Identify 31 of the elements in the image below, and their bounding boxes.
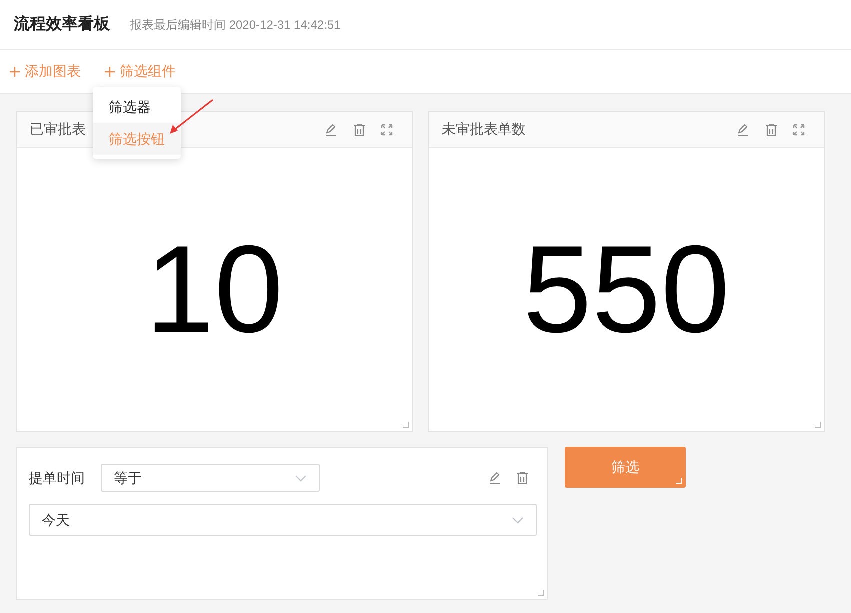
fullscreen-icon[interactable] — [381, 124, 393, 136]
resize-handle-icon[interactable] — [538, 590, 544, 596]
menu-item[interactable]: 筛选器 — [93, 91, 181, 123]
fullscreen-icon[interactable] — [793, 124, 805, 136]
chevron-down-icon — [295, 474, 307, 482]
metric-value: 550 — [523, 228, 730, 352]
filter-button[interactable]: 筛选 — [565, 447, 686, 488]
menu-item[interactable]: 筛选按钮 — [93, 123, 181, 155]
chevron-down-icon — [512, 516, 524, 524]
delete-icon[interactable] — [765, 122, 778, 136]
toolbar-button[interactable]: 添加图表 — [10, 61, 81, 82]
last-edited-time: 报表最后编辑时间 2020-12-31 14:42:51 — [130, 16, 341, 34]
operator-select[interactable]: 等于 — [101, 464, 320, 492]
filter-label: 提单时间 — [29, 468, 86, 488]
value-select[interactable]: 今天 — [29, 504, 537, 536]
resize-handle-icon[interactable] — [403, 422, 409, 428]
plus-icon — [105, 66, 115, 76]
pointer-arrow — [168, 99, 214, 135]
metric-value: 10 — [146, 228, 284, 352]
resize-handle-icon — [676, 478, 682, 484]
toolbar-button[interactable]: 筛选组件 — [105, 61, 176, 82]
edit-icon[interactable] — [736, 122, 750, 136]
delete-icon[interactable] — [353, 122, 366, 136]
card-title: 已审批表 — [30, 120, 86, 139]
plus-icon — [10, 66, 20, 76]
delete-icon[interactable] — [516, 471, 529, 485]
resize-handle-icon[interactable] — [815, 422, 821, 428]
page-title: 流程效率看板 — [14, 14, 110, 34]
edit-icon[interactable] — [324, 122, 338, 136]
card-title: 未审批表单数 — [442, 120, 526, 139]
edit-icon[interactable] — [488, 471, 502, 485]
